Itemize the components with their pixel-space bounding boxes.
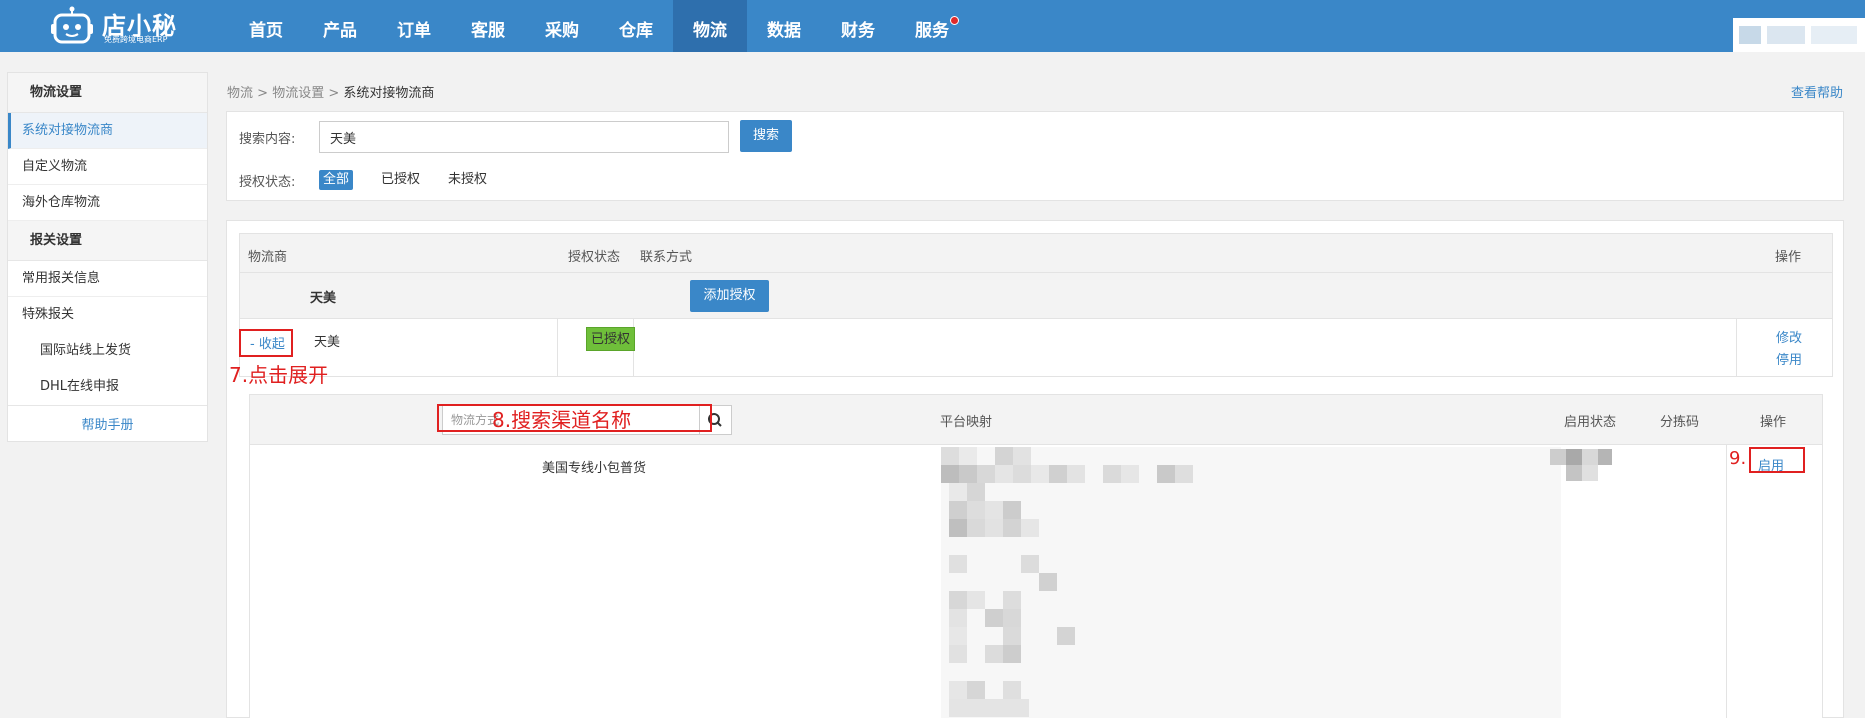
breadcrumb: 物流 > 物流设置 > 系统对接物流商 [227,82,434,101]
table-header: 物流商 授权状态 联系方式 操作 [239,233,1833,273]
divider [1736,319,1737,377]
carrier-name: 天美 [314,335,341,350]
nav-label: 仓库 [619,21,653,41]
disable-link[interactable]: 停用 [1776,349,1802,368]
col-mapping: 平台映射 [940,415,993,430]
annotation-step8: 8.搜索渠道名称 [492,408,632,432]
col-enable-status: 启用状态 [1564,415,1617,430]
carrier-row: - 收起 天美 已授权 修改 停用 [239,319,1833,377]
nav-label: 数据 [767,21,801,41]
search-label: 搜索内容: [239,132,296,147]
nav-label: 订单 [397,21,431,41]
col-ops: 操作 [1760,415,1787,430]
blurred-region [1739,26,1761,44]
nav-label: 服务 [915,21,949,41]
col-provider: 物流商 [248,250,288,265]
nav-item-home[interactable]: 首页 [229,0,303,52]
nav-item-purchase[interactable]: 采购 [525,0,599,52]
sidebar-item-system-carriers[interactable]: 系统对接物流商 [8,113,207,149]
sidebar-item-overseas-warehouse[interactable]: 海外仓库物流 [8,185,207,221]
help-manual-link[interactable]: 帮助手册 [8,405,207,445]
view-help-link[interactable]: 查看帮助 [1791,82,1843,101]
notification-dot [950,16,959,25]
sidebar-item-customs-info[interactable]: 常用报关信息 [8,261,207,297]
sidebar-item-custom-logistics[interactable]: 自定义物流 [8,149,207,185]
divider [1726,445,1727,718]
nav-item-services[interactable]: 服务 [895,0,969,52]
nav-item-finance[interactable]: 财务 [821,0,895,52]
edit-link[interactable]: 修改 [1776,327,1802,346]
breadcrumb-item[interactable]: 物流设置 [272,86,324,101]
channel-table: 物流方式 平台映射 启用状态 分拣码 操作 美国专线小包普货 启用 [249,394,1823,718]
user-account-area[interactable] [1733,18,1865,52]
nav-item-data[interactable]: 数据 [747,0,821,52]
nav-item-orders[interactable]: 订单 [377,0,451,52]
search-panel: 搜索内容: 搜索 授权状态: 全部 已授权 未授权 [226,111,1844,201]
search-button[interactable]: 搜索 [740,120,792,152]
sidebar-item-intl-online-shipping[interactable]: 国际站线上发货 [8,333,207,369]
status-badge: 已授权 [586,327,635,351]
filter-authorized[interactable]: 已授权 [377,170,424,190]
annotation-highlight-box [239,329,293,357]
col-sort-code: 分拣码 [1660,415,1700,430]
sidebar: 物流设置 系统对接物流商 自定义物流 海外仓库物流 报关设置 常用报关信息 特殊… [7,72,208,442]
top-navbar: 店小秘 免费跨境电商ERP 首页 产品 订单 客服 采购 仓库 物流 数据 财务… [0,0,1865,52]
blurred-region [1767,26,1805,44]
filter-unauthorized[interactable]: 未授权 [444,170,491,190]
breadcrumb-separator: > [257,86,273,101]
nav-label: 采购 [545,21,579,41]
main-nav: 首页 产品 订单 客服 采购 仓库 物流 数据 财务 服务 [229,0,969,52]
logo[interactable]: 店小秘 免费跨境电商ERP [50,0,180,52]
add-authorization-button[interactable]: 添加授权 [690,280,769,312]
nav-label: 产品 [323,21,357,41]
col-ops: 操作 [1775,250,1802,265]
sidebar-item-special-customs[interactable]: 特殊报关 [8,297,207,333]
nav-label: 客服 [471,21,505,41]
col-auth-status: 授权状态 [568,250,621,265]
breadcrumb-item[interactable]: 物流 [227,86,253,101]
nav-item-customer-service[interactable]: 客服 [451,0,525,52]
auth-status-label: 授权状态: [239,175,296,190]
nav-item-products[interactable]: 产品 [303,0,377,52]
sidebar-item-dhl-declaration[interactable]: DHL在线申报 [8,369,207,405]
annotation-step9: 9. [1729,448,1747,469]
breadcrumb-separator: > [328,86,344,101]
provider-name: 天美 [310,291,337,306]
divider [557,319,558,377]
robot-logo-icon [51,6,93,44]
search-input[interactable] [319,121,729,153]
nav-item-warehouse[interactable]: 仓库 [599,0,673,52]
blurred-mapping-area [941,447,1561,718]
nav-label: 物流 [693,21,727,41]
annotation-step7: 7.点击展开 [229,363,329,387]
nav-label: 财务 [841,21,875,41]
provider-row: 天美 添加授权 [239,273,1833,319]
breadcrumb-current: 系统对接物流商 [343,86,435,101]
annotation-highlight-box [1749,447,1805,473]
channel-name: 美国专线小包普货 [542,461,647,476]
col-contact: 联系方式 [640,250,693,265]
carrier-table-panel: 物流商 授权状态 联系方式 操作 天美 添加授权 - 收起 天美 已授权 修改 … [226,220,1844,718]
blurred-region [1811,26,1857,44]
sidebar-section-title: 报关设置 [8,221,207,261]
nav-label: 首页 [249,21,283,41]
filter-all[interactable]: 全部 [319,170,354,190]
brand-tagline: 免费跨境电商ERP [104,35,168,44]
sidebar-section-title: 物流设置 [8,73,207,113]
nav-item-logistics[interactable]: 物流 [673,0,747,52]
blurred-status-area [1550,447,1612,487]
